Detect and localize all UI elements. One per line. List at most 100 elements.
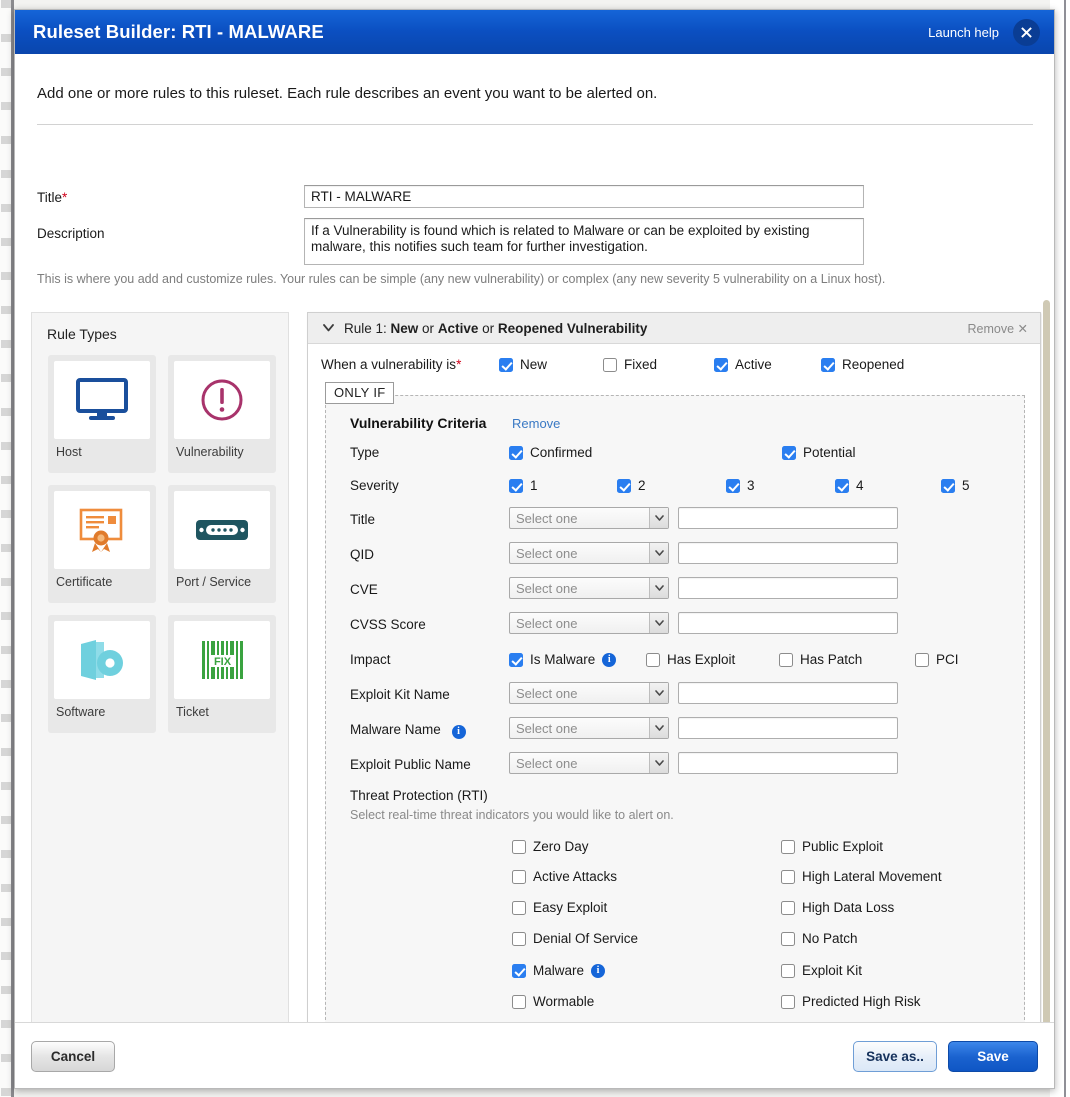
rti-high-lateral-movement-label: High Lateral Movement [802, 869, 942, 884]
rule-remove-button[interactable]: Remove ✕ [967, 321, 1028, 336]
rti-predicted-high-risk[interactable]: Predicted High Risk [781, 994, 921, 1009]
severity-option-2[interactable]: 2 [617, 478, 646, 493]
criteria-cve-input[interactable] [678, 577, 898, 599]
criteria-title-select[interactable]: Select one [509, 507, 669, 529]
criteria-cve-select[interactable]: Select one [509, 577, 669, 599]
exploit-kit-name-label: Exploit Kit Name [350, 687, 450, 702]
impact-option-has-exploit[interactable]: Has Exploit [646, 652, 735, 667]
checkbox-box [781, 964, 795, 978]
checkbox-box [512, 995, 526, 1009]
rule-remove-label: Remove [967, 322, 1014, 336]
rti-zero-day[interactable]: Zero Day [512, 839, 589, 854]
rti-predicted-high-risk-label: Predicted High Risk [802, 994, 921, 1009]
save-button[interactable]: Save [948, 1041, 1038, 1072]
checkbox-box [646, 653, 660, 667]
cancel-button[interactable]: Cancel [31, 1041, 115, 1072]
rti-easy-exploit[interactable]: Easy Exploit [512, 900, 607, 915]
certificate-icon [78, 507, 126, 553]
description-textarea[interactable]: If a Vulnerability is found which is rel… [304, 218, 864, 265]
checkbox-box [509, 479, 523, 493]
when-option-active[interactable]: Active [714, 357, 772, 372]
exploit-kit-name-select-wrap: Select one [509, 682, 669, 704]
intro-text: Add one or more rules to this ruleset. E… [37, 85, 657, 102]
criteria-title-input[interactable] [678, 507, 898, 529]
title-input[interactable] [304, 185, 864, 208]
type-option-potential[interactable]: Potential [782, 445, 856, 460]
criteria-qid-label: QID [350, 547, 374, 562]
rule-type-vulnerability[interactable]: Vulnerability [168, 355, 276, 473]
rti-public-exploit[interactable]: Public Exploit [781, 839, 883, 854]
info-icon[interactable]: i [452, 725, 466, 739]
vulnerability-criteria-remove-link[interactable]: Remove [512, 416, 560, 431]
severity-option-1[interactable]: 1 [509, 478, 538, 493]
type-row-label: Type [350, 445, 379, 460]
rti-wormable[interactable]: Wormable [512, 994, 594, 1009]
close-button[interactable] [1013, 19, 1040, 46]
when-vulnerability-row: When a vulnerability is* [321, 357, 479, 372]
rule-type-software-label: Software [54, 699, 150, 719]
save-as-button[interactable]: Save as.. [853, 1041, 937, 1072]
malware-name-select[interactable]: Select one [509, 717, 669, 739]
impact-option-is-malware-label: Is Malware [530, 652, 595, 667]
criteria-qid-input[interactable] [678, 542, 898, 564]
rti-denial-of-service[interactable]: Denial Of Service [512, 931, 638, 946]
checkbox-box [603, 358, 617, 372]
malware-name-input[interactable] [678, 717, 898, 739]
when-option-new[interactable]: New [499, 357, 547, 372]
rule-type-software[interactable]: Software [48, 615, 156, 733]
impact-option-has-patch-label: Has Patch [800, 652, 862, 667]
impact-option-has-patch[interactable]: Has Patch [779, 652, 862, 667]
when-vulnerability-label: When a vulnerability is* [321, 357, 461, 372]
backdrop-ghost-text [1, 0, 11, 1097]
impact-option-is-malware[interactable]: Is Malware i [509, 652, 616, 667]
exploit-public-name-select[interactable]: Select one [509, 752, 669, 774]
when-option-reopened[interactable]: Reopened [821, 357, 904, 372]
exploit-kit-name-select[interactable]: Select one [509, 682, 669, 704]
severity-option-3-label: 3 [747, 478, 755, 493]
rti-exploit-kit[interactable]: Exploit Kit [781, 963, 862, 978]
dialog-title: Ruleset Builder: RTI - MALWARE [33, 21, 928, 43]
when-label-text: When a vulnerability is [321, 357, 456, 372]
criteria-title-label: Title [350, 512, 375, 527]
info-icon[interactable]: i [591, 964, 605, 978]
exploit-public-name-input[interactable] [678, 752, 898, 774]
rti-high-lateral-movement[interactable]: High Lateral Movement [781, 869, 942, 884]
rti-high-data-loss[interactable]: High Data Loss [781, 900, 894, 915]
checkbox-box [779, 653, 793, 667]
backdrop-right-rule [1064, 0, 1066, 1097]
severity-option-3[interactable]: 3 [726, 478, 755, 493]
type-option-potential-label: Potential [803, 445, 856, 460]
rti-malware[interactable]: Malware i [512, 963, 605, 978]
rti-high-data-loss-label: High Data Loss [802, 900, 894, 915]
rule-type-ticket[interactable]: FIX Ticket [168, 615, 276, 733]
checkbox-box [509, 446, 523, 460]
exploit-kit-name-input[interactable] [678, 682, 898, 704]
checkbox-box [509, 653, 523, 667]
when-option-fixed[interactable]: Fixed [603, 357, 657, 372]
criteria-qid-select[interactable]: Select one [509, 542, 669, 564]
rule-header-reopened: Reopened Vulnerability [498, 321, 648, 336]
criteria-cvss-input[interactable] [678, 612, 898, 634]
rti-no-patch[interactable]: No Patch [781, 931, 858, 946]
rule-collapse-toggle[interactable] [321, 321, 335, 335]
rti-exploit-kit-label: Exploit Kit [802, 963, 862, 978]
dialog-scrollbar[interactable] [1042, 54, 1051, 1022]
barcode-ticket-icon: FIX [198, 639, 246, 681]
impact-option-pci[interactable]: PCI [915, 652, 959, 667]
rule-type-certificate[interactable]: Certificate [48, 485, 156, 603]
rti-active-attacks[interactable]: Active Attacks [512, 869, 617, 884]
criteria-cvss-select[interactable]: Select one [509, 612, 669, 634]
info-icon[interactable]: i [602, 653, 616, 667]
severity-option-5[interactable]: 5 [941, 478, 970, 493]
type-option-confirmed[interactable]: Confirmed [509, 445, 592, 460]
launch-help-link[interactable]: Launch help [928, 25, 999, 40]
exploit-public-name-select-wrap: Select one [509, 752, 669, 774]
rti-public-exploit-label: Public Exploit [802, 839, 883, 854]
dialog-scrollbar-thumb[interactable] [1043, 300, 1050, 1022]
title-required-mark: * [62, 190, 67, 205]
checkbox-box [835, 479, 849, 493]
checkbox-box [499, 358, 513, 372]
rule-type-port-service[interactable]: Port / Service [168, 485, 276, 603]
rule-type-host[interactable]: Host [48, 355, 156, 473]
severity-option-4[interactable]: 4 [835, 478, 864, 493]
